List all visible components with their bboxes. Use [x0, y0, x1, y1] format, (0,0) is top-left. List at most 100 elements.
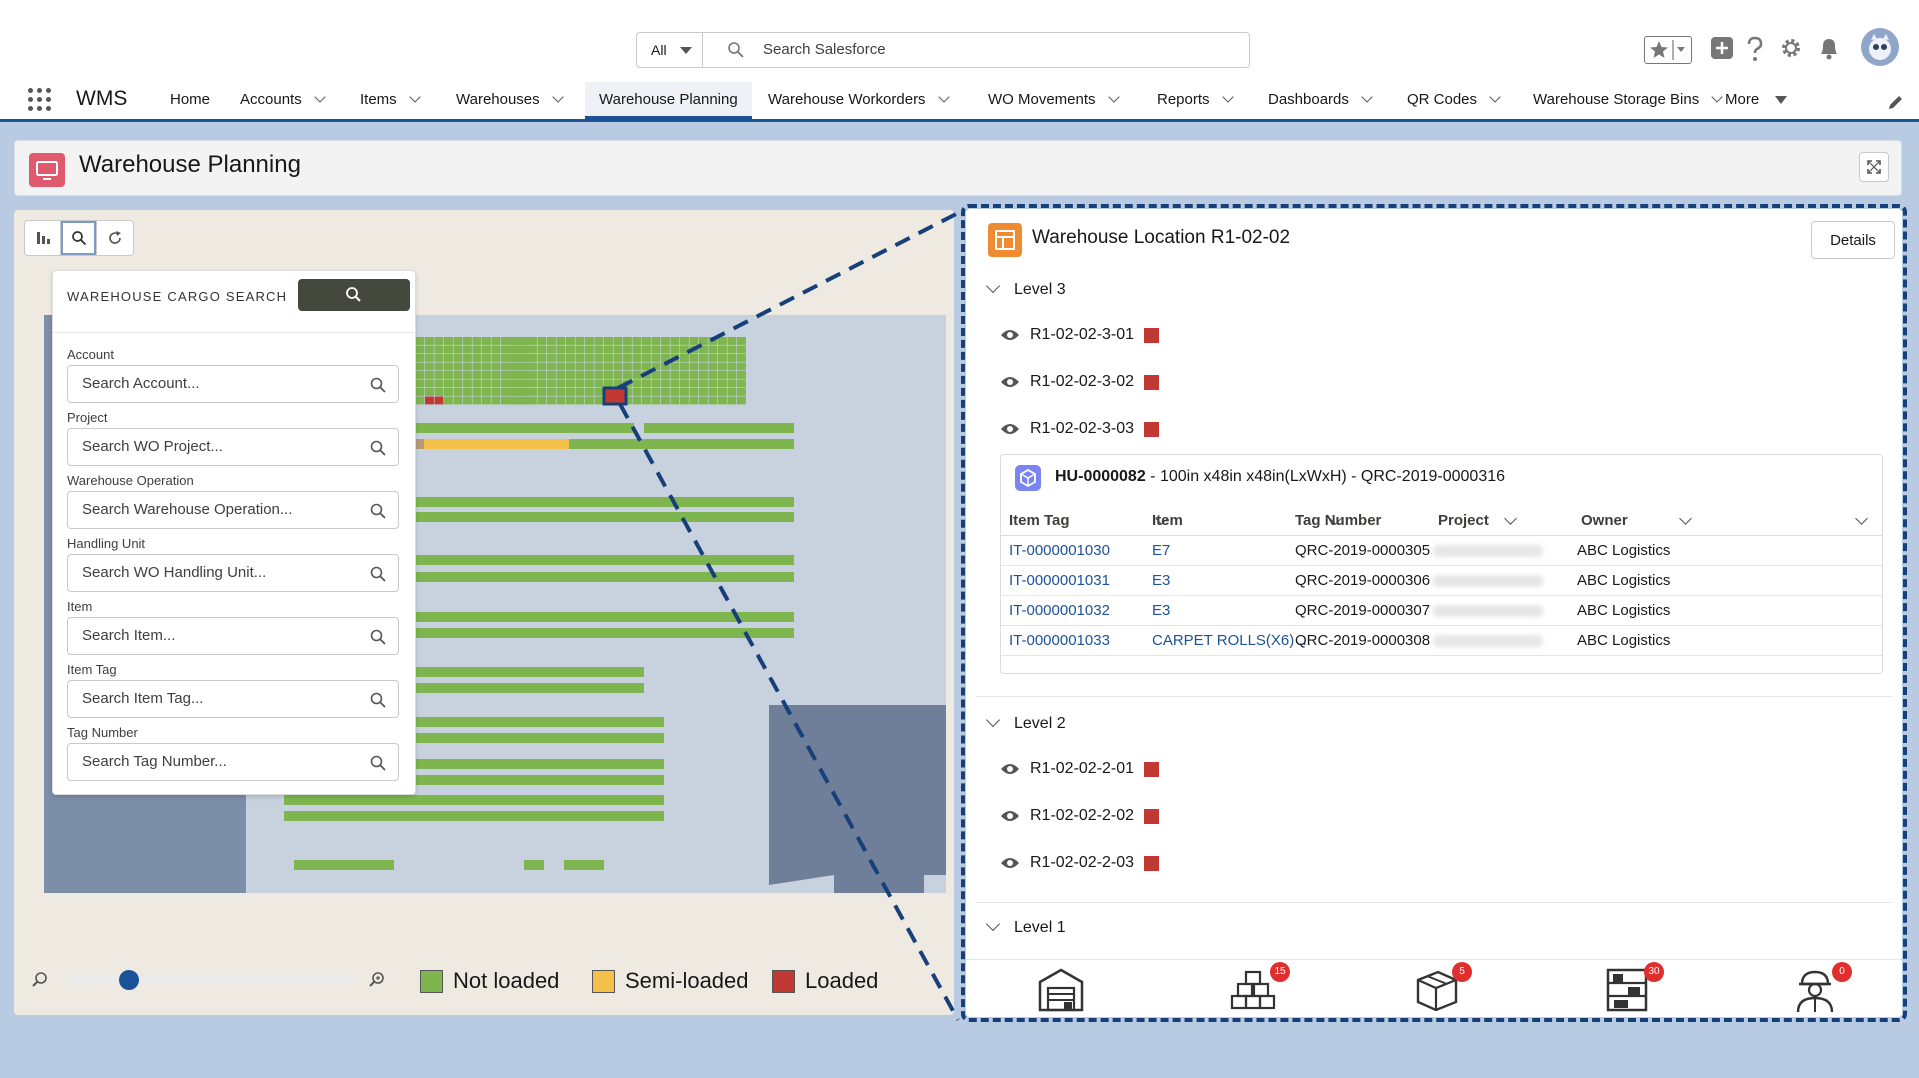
chevron-down-icon[interactable] [1489, 91, 1501, 103]
gear-icon[interactable] [1779, 36, 1803, 60]
item-tag-link[interactable]: IT-0000001033 [1009, 632, 1110, 649]
map-search-button[interactable] [61, 221, 97, 255]
column-header-item-tag[interactable]: Item Tag [1009, 512, 1070, 529]
account-search-input[interactable]: Search Account... [67, 365, 399, 403]
storage-bin [699, 371, 708, 379]
location-row[interactable]: R1-02-02-3-01 [1000, 326, 1160, 344]
edit-pencil-icon[interactable] [1886, 94, 1904, 112]
zoom-in-icon[interactable] [367, 970, 387, 990]
warehouse-icon[interactable] [1036, 966, 1086, 1014]
chevron-down-icon[interactable] [1855, 512, 1868, 525]
caret-down-icon [680, 47, 692, 54]
level-2-toggle[interactable]: Level 2 [985, 712, 1066, 733]
item-link[interactable]: E3 [1152, 572, 1170, 589]
item-link[interactable]: CARPET ROLLS(X6) ... [1152, 632, 1311, 649]
storage-bin [718, 362, 727, 371]
input-placeholder: Search Warehouse Operation... [82, 501, 293, 518]
storage-bin [537, 371, 547, 379]
item-tag-link[interactable]: IT-0000001032 [1009, 602, 1110, 619]
item-tag-link[interactable]: IT-0000001031 [1009, 572, 1110, 589]
eye-icon[interactable] [1000, 856, 1020, 870]
level-3-toggle[interactable]: Level 3 [985, 278, 1066, 299]
chevron-down-icon[interactable] [937, 91, 950, 103]
column-header-project[interactable]: Project [1438, 512, 1489, 529]
zoom-slider-handle[interactable] [119, 970, 139, 990]
nav-item-warehouse-storage-bins[interactable]: Warehouse Storage Bins [1533, 82, 1723, 119]
nav-label: Warehouse Workorders [768, 91, 926, 108]
nav-item-warehouse-workorders[interactable]: Warehouse Workorders [768, 82, 950, 119]
eye-icon[interactable] [1000, 762, 1020, 776]
input-placeholder: Search WO Project... [82, 438, 223, 455]
handling-unit-search-input[interactable]: Search WO Handling Unit... [67, 554, 399, 592]
add-icon[interactable] [1710, 36, 1734, 60]
layers-button[interactable] [25, 221, 61, 255]
eye-icon[interactable] [1000, 809, 1020, 823]
tag-number-search-input[interactable]: Search Tag Number... [67, 743, 399, 781]
nav-item-warehouses[interactable]: Warehouses [456, 82, 564, 119]
nav-item-accounts[interactable]: Accounts [240, 82, 326, 119]
storage-bin [689, 379, 699, 388]
nav-item-items[interactable]: Items [360, 82, 421, 119]
storage-bin [547, 345, 556, 354]
storage-bin [556, 396, 566, 405]
item-search-input[interactable]: Search Item... [67, 617, 399, 655]
chevron-down-icon[interactable] [1107, 91, 1120, 103]
eye-icon[interactable] [1000, 375, 1020, 389]
input-placeholder: Search Tag Number... [82, 753, 227, 770]
eye-icon[interactable] [1000, 422, 1020, 436]
chevron-down-icon[interactable] [1711, 91, 1723, 103]
storage-bin [642, 396, 651, 405]
zoom-out-icon[interactable] [30, 970, 50, 990]
chevron-down-icon[interactable] [1221, 91, 1234, 103]
nav-item-home[interactable]: Home [170, 82, 210, 119]
storage-bin [566, 379, 575, 388]
nav-item-reports[interactable]: Reports [1157, 82, 1234, 119]
nav-item-more[interactable]: More [1725, 82, 1788, 119]
column-header-item[interactable]: Item [1152, 512, 1183, 529]
favorites-button[interactable] [1644, 36, 1692, 64]
chevron-down-icon[interactable] [314, 91, 326, 103]
nav-item-qr-codes[interactable]: QR Codes [1407, 82, 1501, 119]
chevron-down-icon[interactable] [1679, 512, 1692, 525]
app-launcher-icon[interactable] [28, 88, 52, 112]
search-placeholder[interactable]: Search Salesforce [763, 41, 886, 58]
level-1-toggle[interactable]: Level 1 [985, 916, 1066, 937]
item-tag-link[interactable]: IT-0000001030 [1009, 542, 1110, 559]
warehouse-operation-search-input[interactable]: Search Warehouse Operation... [67, 491, 399, 529]
avatar[interactable] [1861, 28, 1899, 66]
search-scope-dropdown[interactable]: All [637, 33, 703, 67]
eye-icon[interactable] [1000, 328, 1020, 342]
column-header-tag-number[interactable]: Tag Number [1295, 512, 1381, 529]
item-tag-search-input[interactable]: Search Item Tag... [67, 680, 399, 718]
chevron-down-icon[interactable] [1361, 91, 1373, 103]
item-link[interactable]: E7 [1152, 542, 1170, 559]
refresh-button[interactable] [97, 221, 133, 255]
chevron-down-icon[interactable] [1504, 512, 1517, 525]
column-header-owner[interactable]: Owner [1581, 512, 1628, 529]
details-button[interactable]: Details [1811, 221, 1895, 259]
storage-bin [453, 396, 463, 405]
storage-bin [708, 388, 718, 396]
field-label: Item Tag [67, 662, 117, 677]
project-search-input[interactable]: Search WO Project... [67, 428, 399, 466]
location-row[interactable]: R1-02-02-3-02 [1000, 373, 1160, 391]
chevron-down-icon[interactable] [409, 91, 421, 103]
bell-icon[interactable] [1818, 36, 1840, 60]
cargo-search-button[interactable] [298, 279, 410, 311]
nav-item-wo-movements[interactable]: WO Movements [988, 82, 1120, 119]
storage-bin [415, 345, 425, 354]
location-row[interactable]: R1-02-02-2-02 [1000, 807, 1160, 825]
storage-bin [632, 388, 642, 396]
help-icon[interactable] [1746, 36, 1764, 62]
location-row[interactable]: R1-02-02-2-03 [1000, 854, 1160, 872]
storage-row [354, 497, 794, 507]
nav-item-dashboards[interactable]: Dashboards [1268, 82, 1373, 119]
location-row[interactable]: R1-02-02-2-01 [1000, 760, 1160, 778]
zoom-slider-track[interactable] [66, 976, 356, 984]
item-link[interactable]: E3 [1152, 602, 1170, 619]
chevron-down-icon[interactable] [551, 91, 564, 103]
location-row[interactable]: R1-02-02-3-03 [1000, 420, 1160, 438]
expand-button[interactable] [1859, 152, 1889, 182]
global-search[interactable]: All Search Salesforce [636, 32, 1250, 68]
nav-item-warehouse-planning[interactable]: Warehouse Planning [585, 82, 752, 119]
